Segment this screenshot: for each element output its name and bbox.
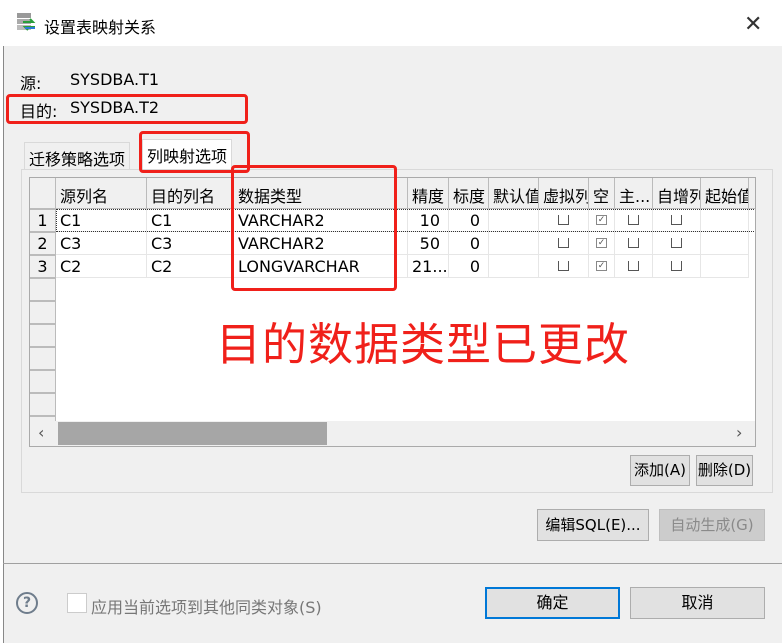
horizontal-scrollbar[interactable]: ‹ › xyxy=(30,421,755,446)
nullable-checkbox-cell: ✓ xyxy=(589,255,615,278)
close-icon[interactable]: ✕ xyxy=(744,12,764,37)
default-cell[interactable] xyxy=(489,232,539,255)
start-cell[interactable] xyxy=(701,255,749,278)
apply-checkbox-label[interactable]: 应用当前选项到其他同类对象(S) xyxy=(91,594,322,618)
header-precision[interactable]: 精度 xyxy=(408,178,449,209)
primary-checkbox-cell xyxy=(615,232,653,255)
scrollbar-thumb[interactable] xyxy=(58,422,327,445)
header-source-column[interactable]: 源列名 xyxy=(56,178,147,209)
add-button[interactable]: 添加(A) xyxy=(630,455,690,486)
header-nullable[interactable]: 空 xyxy=(589,178,615,209)
separator xyxy=(3,563,782,564)
selected-row-focus xyxy=(56,209,755,232)
window-title: 设置表映射关系 xyxy=(44,18,157,37)
autoinc-checkbox[interactable] xyxy=(671,238,682,248)
scroll-right-arrow[interactable]: › xyxy=(736,423,742,442)
app-icon xyxy=(17,13,37,33)
header-more xyxy=(749,178,755,209)
highlight-data-type xyxy=(231,165,397,291)
header-start[interactable]: 起始值 xyxy=(701,178,749,209)
default-cell[interactable] xyxy=(489,255,539,278)
row-header[interactable]: 1 xyxy=(30,209,56,232)
target-cell[interactable]: C2 xyxy=(147,255,234,278)
autoinc-checkbox[interactable] xyxy=(671,261,682,271)
header-autoinc[interactable]: 自增列 xyxy=(653,178,701,209)
annotation-text: 目的数据类型已更改 xyxy=(216,318,631,371)
virtual-checkbox-cell xyxy=(539,232,589,255)
scale-cell[interactable]: 0 xyxy=(449,232,489,255)
start-cell[interactable] xyxy=(701,232,749,255)
auto-generate-button: 自动生成(G) xyxy=(659,509,765,541)
corner-header xyxy=(30,178,56,209)
source-cell[interactable]: C3 xyxy=(56,232,147,255)
row-header[interactable] xyxy=(30,301,56,324)
edit-sql-button[interactable]: 编辑SQL(E)... xyxy=(537,509,649,541)
cancel-button[interactable]: 取消 xyxy=(630,587,765,619)
target-cell[interactable]: C3 xyxy=(147,232,234,255)
scale-cell[interactable]: 0 xyxy=(449,255,489,278)
row-header[interactable] xyxy=(30,393,56,416)
primary-checkbox[interactable] xyxy=(628,261,639,271)
source-label: 源: xyxy=(20,74,42,93)
nullable-checkbox-cell: ✓ xyxy=(589,232,615,255)
autoinc-checkbox-cell xyxy=(653,255,701,278)
primary-checkbox-cell xyxy=(615,255,653,278)
scroll-left-arrow[interactable]: ‹ xyxy=(38,423,44,442)
precision-cell[interactable]: 21... xyxy=(408,255,449,278)
source-value: SYSDBA.T1 xyxy=(70,70,160,89)
header-target-column[interactable]: 目的列名 xyxy=(147,178,234,209)
source-cell[interactable]: C2 xyxy=(56,255,147,278)
virtual-checkbox[interactable] xyxy=(558,261,569,271)
header-scale[interactable]: 标度 xyxy=(449,178,489,209)
row-header[interactable] xyxy=(30,347,56,370)
precision-cell[interactable]: 50 xyxy=(408,232,449,255)
highlight-target xyxy=(6,94,248,124)
primary-checkbox[interactable] xyxy=(628,238,639,248)
row-header[interactable]: 2 xyxy=(30,232,56,255)
header-default[interactable]: 默认值 xyxy=(489,178,539,209)
row-header[interactable]: 3 xyxy=(30,255,56,278)
autoinc-checkbox-cell xyxy=(653,232,701,255)
row-header[interactable] xyxy=(30,324,56,347)
header-primary[interactable]: 主... xyxy=(615,178,653,209)
nullable-checkbox[interactable]: ✓ xyxy=(596,261,607,271)
virtual-checkbox-cell xyxy=(539,255,589,278)
row-header[interactable] xyxy=(30,370,56,393)
nullable-checkbox[interactable]: ✓ xyxy=(596,238,607,248)
ok-button[interactable]: 确定 xyxy=(485,587,620,619)
row-header[interactable] xyxy=(30,278,56,301)
apply-checkbox[interactable] xyxy=(67,593,87,613)
virtual-checkbox[interactable] xyxy=(558,238,569,248)
tab-migration-strategy[interactable]: 迁移策略选项 xyxy=(24,142,131,169)
delete-button[interactable]: 删除(D) xyxy=(696,455,753,486)
header-virtual[interactable]: 虚拟列 xyxy=(539,178,589,209)
help-icon[interactable]: ? xyxy=(16,592,38,614)
